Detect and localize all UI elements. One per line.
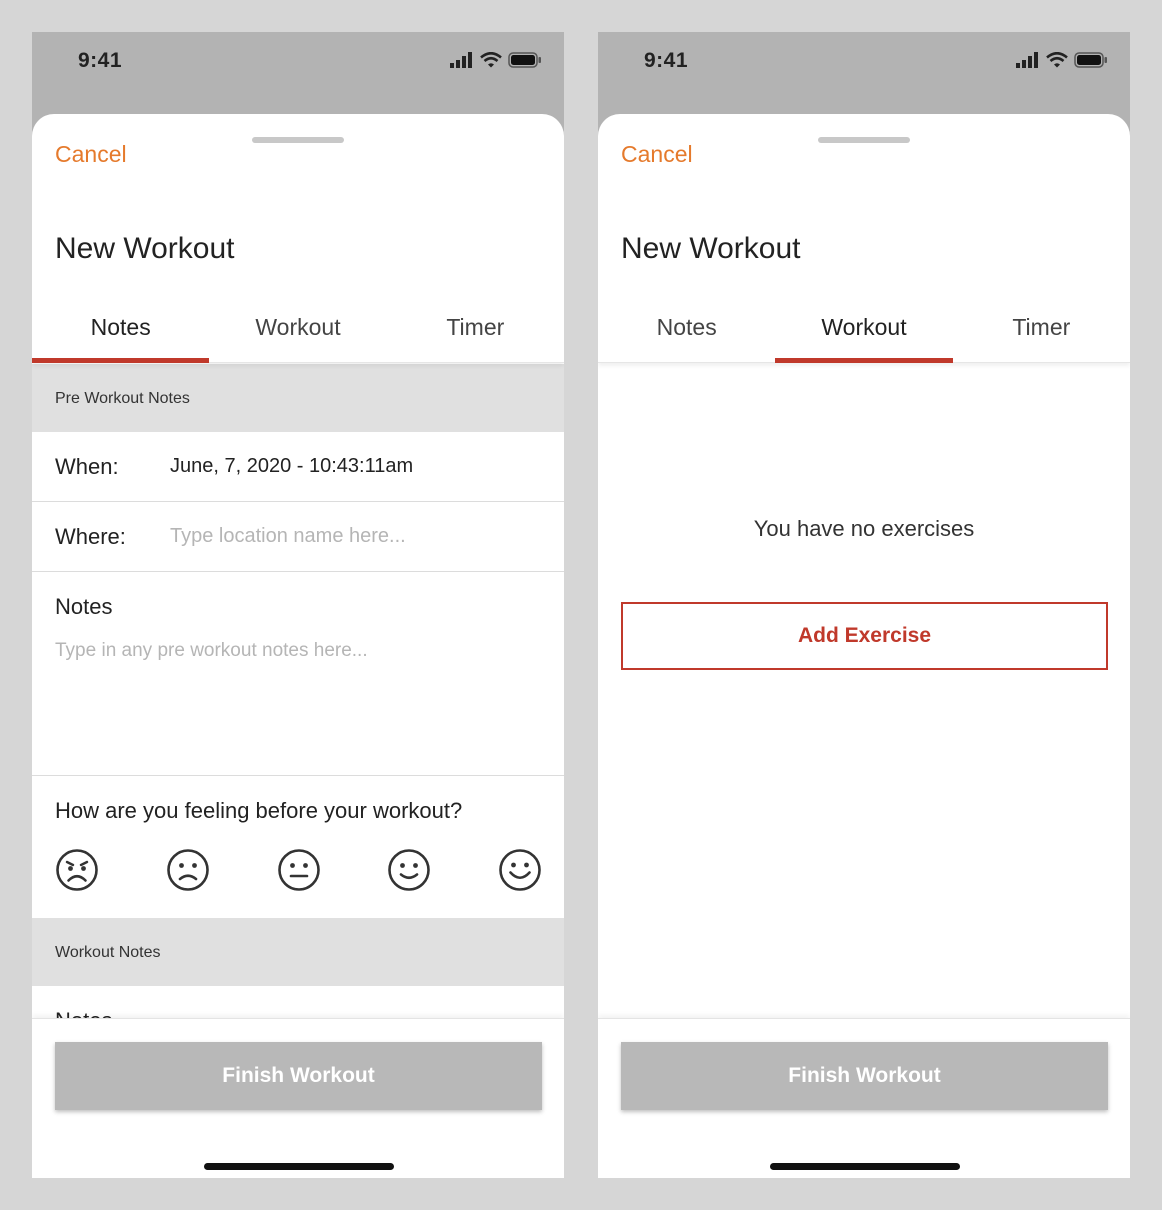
very-happy-icon[interactable] — [498, 848, 542, 892]
status-bar: 9:41 — [32, 32, 564, 92]
when-label: When: — [55, 453, 119, 479]
cancel-button[interactable]: Cancel — [621, 141, 693, 168]
page-title: New Workout — [55, 232, 235, 265]
battery-icon — [1074, 52, 1107, 68]
status-icons — [1016, 52, 1108, 68]
status-time: 9:41 — [644, 49, 689, 72]
status-time: 9:41 — [78, 49, 123, 72]
modal-sheet: Cancel New Workout Notes Workout Timer Y… — [598, 114, 1130, 1178]
wifi-icon — [1046, 52, 1068, 68]
feeling-question: How are you feeling before your workout? — [55, 798, 463, 823]
notes-content: Pre Workout Notes When: June, 7, 2020 - … — [32, 364, 564, 1018]
neutral-icon[interactable] — [277, 848, 321, 892]
feeling-section: How are you feeling before your workout? — [32, 776, 564, 918]
status-icons — [450, 52, 542, 68]
battery-icon — [508, 52, 541, 68]
finish-workout-button[interactable]: Finish Workout — [621, 1042, 1108, 1110]
footer-bar: Finish Workout — [598, 1018, 1130, 1178]
tab-notes[interactable]: Notes — [32, 291, 210, 363]
sad-icon[interactable] — [166, 848, 210, 892]
page-title: New Workout — [621, 232, 801, 265]
signal-icon — [1016, 52, 1038, 68]
when-row[interactable]: When: June, 7, 2020 - 10:43:11am — [32, 432, 564, 502]
add-exercise-button[interactable]: Add Exercise — [621, 602, 1108, 670]
empty-state-message: You have no exercises — [753, 516, 975, 541]
modal-sheet: Cancel New Workout Notes Workout Timer P… — [32, 114, 564, 1178]
workout-notes-header: Workout Notes — [32, 918, 564, 986]
status-bar: 9:41 — [598, 32, 1130, 92]
tab-workout[interactable]: Workout — [775, 291, 953, 363]
phone-screen-notes: 9:41 Cancel New Workout Notes Workout Ti… — [32, 32, 564, 1178]
workout-notes-label: Notes — [32, 986, 564, 1018]
tab-notes[interactable]: Notes — [598, 291, 775, 362]
mood-selector — [55, 848, 542, 892]
where-input[interactable]: Type location name here... — [170, 525, 406, 548]
when-value[interactable]: June, 7, 2020 - 10:43:11am — [170, 455, 413, 478]
signal-icon — [450, 52, 472, 68]
wifi-icon — [480, 52, 502, 68]
where-label: Where: — [55, 523, 126, 549]
tab-timer[interactable]: Timer — [387, 291, 564, 362]
tab-timer[interactable]: Timer — [953, 291, 1130, 362]
home-indicator — [204, 1163, 394, 1170]
sheet-grabber[interactable] — [818, 137, 910, 143]
phone-screen-workout: 9:41 Cancel New Workout Notes Workout Ti… — [598, 32, 1130, 1178]
footer-bar: Finish Workout — [32, 1018, 564, 1178]
sheet-grabber[interactable] — [252, 137, 344, 143]
tab-workout[interactable]: Workout — [209, 291, 386, 362]
notes-input[interactable]: Type in any pre workout notes here... — [55, 640, 541, 662]
notes-label: Notes — [55, 594, 113, 619]
tab-bar: Notes Workout Timer — [598, 291, 1130, 363]
tab-bar: Notes Workout Timer — [32, 291, 564, 363]
pre-workout-notes-header: Pre Workout Notes — [32, 364, 564, 432]
very-sad-icon[interactable] — [55, 848, 99, 892]
home-indicator — [770, 1163, 960, 1170]
pre-workout-notes-field[interactable]: Notes Type in any pre workout notes here… — [32, 572, 564, 776]
cancel-button[interactable]: Cancel — [55, 141, 127, 168]
where-row[interactable]: Where: Type location name here... — [32, 502, 564, 572]
finish-workout-button[interactable]: Finish Workout — [55, 1042, 542, 1110]
happy-icon[interactable] — [387, 848, 431, 892]
